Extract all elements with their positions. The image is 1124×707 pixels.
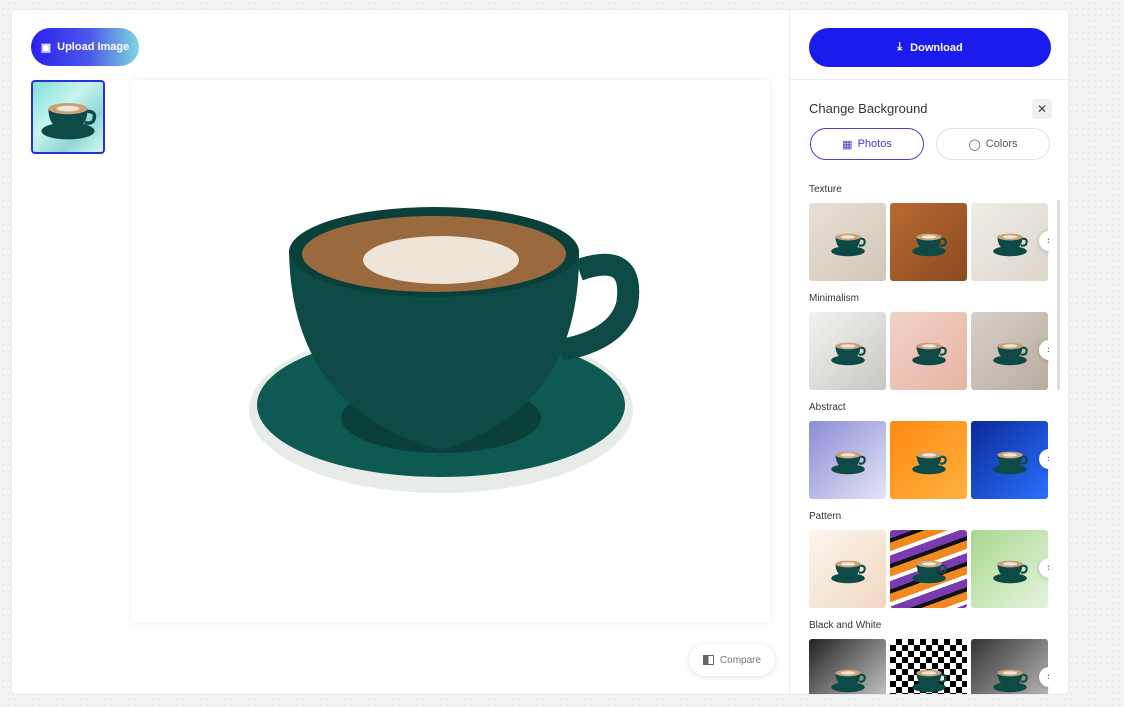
category-row: › (809, 203, 1049, 281)
background-thumbnail[interactable] (809, 530, 886, 608)
cup-image (912, 451, 947, 475)
panel-title: Change Background (809, 101, 928, 116)
cup-image (912, 233, 947, 257)
background-thumbnail[interactable] (809, 639, 886, 694)
cup-image (993, 233, 1028, 257)
cup-image (912, 560, 947, 584)
compare-icon (702, 655, 714, 665)
cup-image (831, 342, 866, 366)
category-label: Black and White (809, 620, 882, 631)
close-icon[interactable]: ✕ (1032, 99, 1052, 119)
editor-frame: ▣ Upload Image Compare ⤓ Download Change… (11, 9, 1069, 695)
background-thumbnail[interactable] (809, 203, 886, 281)
download-icon: ⤓ (897, 41, 903, 53)
background-thumbnail[interactable] (971, 312, 1048, 390)
background-thumbnail[interactable] (971, 530, 1048, 608)
background-thumbnail[interactable] (890, 530, 967, 608)
scrollbar[interactable] (1057, 200, 1060, 390)
cup-image (993, 451, 1028, 475)
cup-image (912, 342, 947, 366)
upload-image-button[interactable]: ▣ Upload Image (31, 28, 139, 66)
category-row: › (809, 530, 1049, 608)
cup-image (993, 669, 1028, 693)
cup-image (993, 342, 1028, 366)
category-label: Minimalism (809, 293, 859, 304)
category-label: Pattern (809, 511, 842, 522)
background-thumbnail[interactable] (890, 203, 967, 281)
cup-image (912, 669, 947, 693)
image-add-icon: ▣ (40, 41, 52, 54)
background-panel: ⤓ Download Change Background ✕ ▦ Photos ◯… (789, 10, 1068, 694)
background-thumbnail[interactable] (971, 639, 1048, 694)
background-thumbnail[interactable] (809, 421, 886, 499)
cup-image (831, 451, 866, 475)
cup-image (831, 233, 866, 257)
background-thumbnail[interactable] (890, 421, 967, 499)
category-label: Abstract (809, 402, 846, 413)
background-thumbnail[interactable] (971, 421, 1048, 499)
category-row: › (809, 312, 1049, 390)
background-thumbnail[interactable] (809, 312, 886, 390)
download-button[interactable]: ⤓ Download (809, 28, 1051, 67)
image-canvas[interactable] (131, 80, 770, 623)
category-row: › (809, 421, 1049, 499)
category-list: Texture › Minimalism › Abstract › Pattern › Blac… (809, 170, 1049, 694)
background-thumbnail[interactable] (890, 312, 967, 390)
cup-image (831, 669, 866, 693)
background-thumbnail[interactable] (890, 639, 967, 694)
divider (790, 79, 1068, 80)
cup-image (249, 207, 640, 493)
tab-colors[interactable]: ◯ Colors (936, 128, 1050, 160)
tab-photos[interactable]: ▦ Photos (810, 128, 924, 160)
palette-icon: ◯ (968, 138, 981, 151)
compare-button[interactable]: Compare (689, 644, 775, 676)
cup-image (831, 560, 866, 584)
background-thumbnail[interactable] (971, 203, 1048, 281)
photo-icon: ▦ (842, 138, 853, 151)
category-row: › (809, 639, 1049, 694)
category-label: Texture (809, 184, 842, 195)
image-thumbnail[interactable] (31, 80, 105, 154)
cup-image (993, 560, 1028, 584)
